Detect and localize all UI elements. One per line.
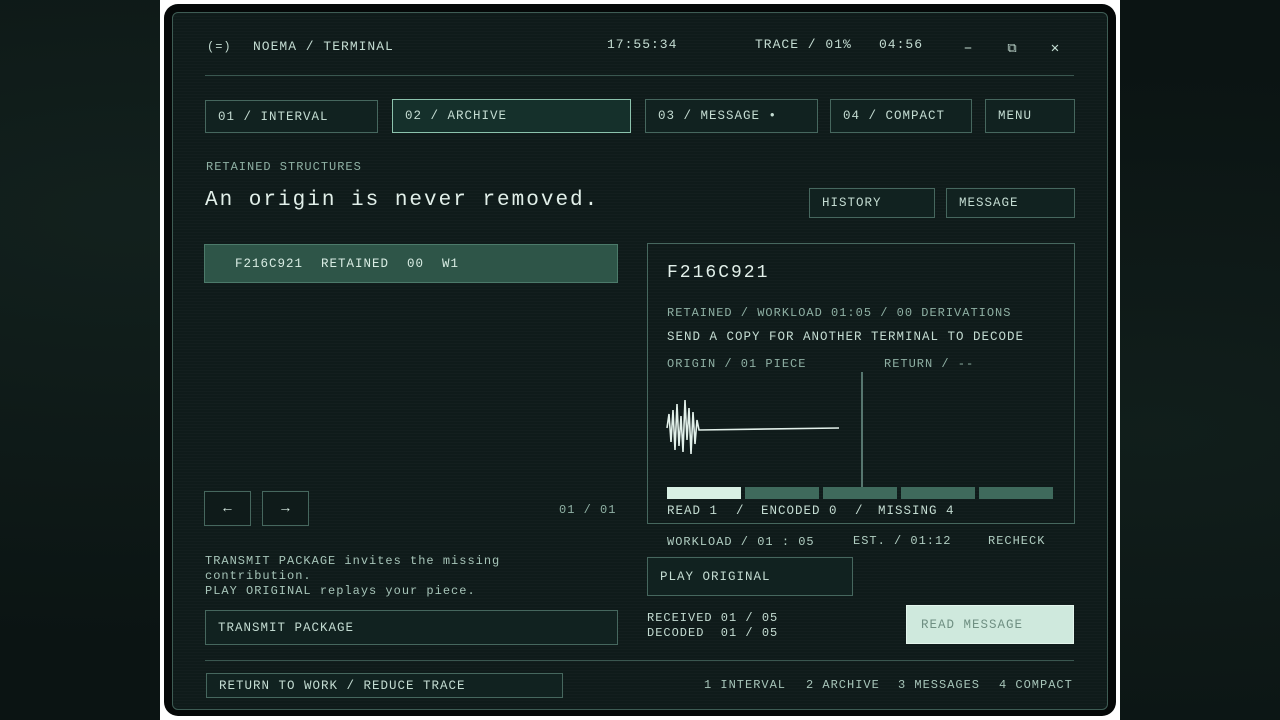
- received-count: RECEIVED 01 / 05: [647, 611, 779, 625]
- read-stat: READ 1: [667, 504, 719, 518]
- encoded-stat: ENCODED 0: [761, 504, 838, 518]
- footer-divider: [205, 660, 1074, 661]
- transmit-package-button[interactable]: TRANSMIT PACKAGE: [205, 610, 618, 645]
- item-id: F216C921: [235, 256, 304, 271]
- segment-encoded: [745, 487, 819, 499]
- waveform-line: [666, 399, 840, 455]
- minimize-icon[interactable]: –: [958, 38, 978, 58]
- help-line: TRANSMIT PACKAGE invites the missing: [205, 554, 501, 568]
- trace-readout: TRACE / 01%: [755, 37, 852, 52]
- menu-button[interactable]: MENU: [985, 99, 1075, 133]
- clock: 17:55:34: [607, 37, 678, 52]
- read-message-button[interactable]: READ MESSAGE: [906, 605, 1074, 644]
- detail-meta: RETAINED / WORKLOAD 01:05 / 00 DERIVATIO…: [667, 306, 1012, 320]
- history-button[interactable]: HISTORY: [809, 188, 935, 218]
- footer-link-interval[interactable]: 1 INTERVAL: [704, 678, 786, 692]
- detail-id: F216C921: [667, 263, 770, 283]
- stat-separator: /: [855, 504, 864, 518]
- stat-separator: /: [736, 504, 745, 518]
- waveform-graphic: [666, 372, 863, 488]
- title-divider: [205, 75, 1074, 76]
- window-title: NOEMA / TERMINAL: [253, 39, 394, 54]
- tab-message[interactable]: 03 / MESSAGE •: [645, 99, 818, 133]
- item-slot: W1: [442, 256, 460, 271]
- restore-icon[interactable]: ⧉: [1002, 38, 1022, 58]
- page-title: An origin is never removed.: [205, 189, 600, 212]
- item-status: RETAINED: [321, 256, 390, 271]
- help-line: contribution.: [205, 569, 312, 583]
- segment-missing: [979, 487, 1053, 499]
- tab-archive[interactable]: 02 / ARCHIVE: [392, 99, 631, 133]
- app-icon: (=): [207, 40, 232, 54]
- arrow-right-icon: →: [281, 500, 290, 517]
- page-indicator: 01 / 01: [559, 503, 617, 517]
- message-button[interactable]: MESSAGE: [946, 188, 1075, 218]
- return-label: RETURN / --: [884, 357, 975, 371]
- recheck-link[interactable]: RECHECK: [988, 534, 1045, 548]
- section-label: RETAINED STRUCTURES: [206, 160, 362, 174]
- return-to-work-button[interactable]: RETURN TO WORK / REDUCE TRACE: [206, 673, 563, 698]
- play-original-button[interactable]: PLAY ORIGINAL: [647, 557, 853, 596]
- tab-interval[interactable]: 01 / INTERVAL: [205, 100, 378, 133]
- footer-link-compact[interactable]: 4 COMPACT: [999, 678, 1073, 692]
- session-timer: 04:56: [879, 37, 924, 52]
- decoded-count: DECODED 01 / 05: [647, 626, 779, 640]
- segment-read: [667, 487, 741, 499]
- footer-link-archive[interactable]: 2 ARCHIVE: [806, 678, 880, 692]
- detail-instruction: SEND A COPY FOR ANOTHER TERMINAL TO DECO…: [667, 330, 1025, 344]
- help-line: PLAY ORIGINAL replays your piece.: [205, 584, 476, 598]
- item-count: 00: [407, 256, 425, 271]
- tab-compact[interactable]: 04 / COMPACT: [830, 99, 972, 133]
- missing-stat: MISSING 4: [878, 504, 955, 518]
- segment-missing: [901, 487, 975, 499]
- prev-page-button[interactable]: ←: [204, 491, 251, 526]
- list-item[interactable]: F216C921 RETAINED 00 W1: [204, 244, 618, 283]
- close-icon[interactable]: ✕: [1045, 38, 1065, 58]
- next-page-button[interactable]: →: [262, 491, 309, 526]
- arrow-left-icon: ←: [223, 500, 232, 517]
- origin-label: ORIGIN / 01 PIECE: [667, 357, 807, 371]
- footer-link-messages[interactable]: 3 MESSAGES: [898, 678, 980, 692]
- estimate-readout: EST. / 01:12: [853, 534, 952, 548]
- workload-readout: WORKLOAD / 01 : 05: [667, 535, 815, 549]
- segment-missing: [823, 487, 897, 499]
